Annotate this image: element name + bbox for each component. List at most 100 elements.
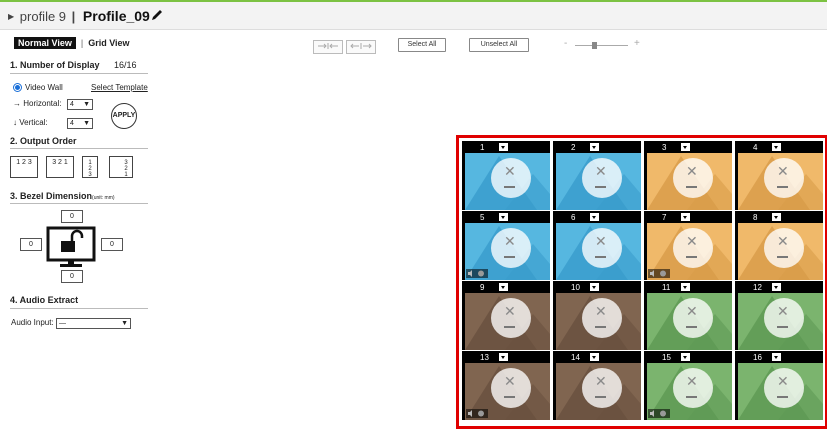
- split-horizontal-button[interactable]: [346, 40, 376, 54]
- merge-horizontal-button[interactable]: [313, 40, 343, 54]
- zoom-slider-handle[interactable]: [591, 42, 597, 49]
- monitor-unlock-icon[interactable]: [46, 226, 96, 268]
- display-tile[interactable]: 16 ✕: [735, 351, 823, 420]
- tab-grid-view[interactable]: Grid View: [88, 38, 129, 48]
- display-tile[interactable]: 3 ✕: [644, 141, 732, 210]
- order-option-vertical-123[interactable]: 1 2 3: [82, 156, 98, 178]
- close-icon[interactable]: ✕: [686, 373, 698, 390]
- tile-dropdown-icon[interactable]: [772, 353, 781, 361]
- vertical-select[interactable]: 4 ▼: [67, 118, 93, 129]
- tile-number: 15: [662, 353, 671, 362]
- bezel-right-input[interactable]: 0: [101, 238, 123, 251]
- minus-icon: [686, 326, 697, 328]
- tile-dropdown-icon[interactable]: [590, 283, 599, 291]
- apply-button[interactable]: APPLY: [111, 103, 137, 129]
- tile-dropdown-icon[interactable]: [681, 283, 690, 291]
- close-icon[interactable]: ✕: [595, 303, 607, 320]
- order-digit: 3: [88, 172, 92, 178]
- tile-number: 1: [480, 143, 485, 152]
- vertical-label: Vertical:: [19, 118, 48, 127]
- bezel-title: 3. Bezel Dimension: [10, 191, 93, 201]
- select-all-button[interactable]: Select All: [398, 38, 446, 52]
- chevron-down-icon: ▼: [83, 120, 90, 127]
- tile-dropdown-icon[interactable]: [590, 353, 599, 361]
- horizontal-row: → Horizontal:: [13, 99, 61, 108]
- minus-icon: [504, 326, 515, 328]
- audio-icon[interactable]: [648, 269, 670, 278]
- tile-dropdown-icon[interactable]: [772, 283, 781, 291]
- zoom-in-icon[interactable]: +: [634, 38, 640, 49]
- tile-dropdown-icon[interactable]: [772, 213, 781, 221]
- display-tile[interactable]: 14 ✕: [553, 351, 641, 420]
- tile-dropdown-icon[interactable]: [499, 353, 508, 361]
- close-icon[interactable]: ✕: [504, 163, 516, 180]
- zoom-slider-track[interactable]: [575, 45, 628, 46]
- close-icon[interactable]: ✕: [777, 163, 789, 180]
- display-tile[interactable]: 4 ✕: [735, 141, 823, 210]
- close-icon[interactable]: ✕: [595, 233, 607, 250]
- close-icon[interactable]: ✕: [777, 233, 789, 250]
- tile-dropdown-icon[interactable]: [499, 143, 508, 151]
- close-icon[interactable]: ✕: [777, 373, 789, 390]
- close-icon[interactable]: ✕: [777, 303, 789, 320]
- tile-dropdown-icon[interactable]: [772, 143, 781, 151]
- close-icon[interactable]: ✕: [595, 373, 607, 390]
- display-tile[interactable]: 11 ✕: [644, 281, 732, 350]
- view-tabs: Normal View | Grid View: [14, 37, 130, 49]
- display-tile[interactable]: 6 ✕: [553, 211, 641, 280]
- bezel-bottom-input[interactable]: 0: [61, 270, 83, 283]
- display-tile[interactable]: 13 ✕: [462, 351, 550, 420]
- zoom-out-icon[interactable]: -: [564, 38, 567, 49]
- video-wall-radio[interactable]: [13, 83, 22, 92]
- audio-icon[interactable]: [466, 269, 488, 278]
- horizontal-select[interactable]: 4 ▼: [67, 99, 93, 110]
- tile-dropdown-icon[interactable]: [681, 353, 690, 361]
- audio-input-value: —: [59, 320, 66, 327]
- display-tile[interactable]: 15 ✕: [644, 351, 732, 420]
- display-tile[interactable]: 8 ✕: [735, 211, 823, 280]
- display-tile[interactable]: 10 ✕: [553, 281, 641, 350]
- audio-icon[interactable]: [648, 409, 670, 418]
- divider: [10, 308, 148, 309]
- select-template-link[interactable]: Select Template: [91, 83, 148, 92]
- tab-normal-view[interactable]: Normal View: [14, 37, 76, 49]
- close-icon[interactable]: ✕: [595, 163, 607, 180]
- tile-dropdown-icon[interactable]: [681, 213, 690, 221]
- close-icon[interactable]: ✕: [686, 233, 698, 250]
- tile-number: 6: [571, 213, 576, 222]
- bezel-top-input[interactable]: 0: [61, 210, 83, 223]
- order-option-vertical-321[interactable]: 3 2 1: [109, 156, 133, 178]
- display-tile[interactable]: 7 ✕: [644, 211, 732, 280]
- bezel-unit: (unit: mm): [92, 195, 115, 201]
- expand-arrow-icon[interactable]: ▶: [8, 12, 14, 21]
- display-tile[interactable]: 5 ✕: [462, 211, 550, 280]
- tile-dropdown-icon[interactable]: [499, 213, 508, 221]
- tile-dropdown-icon[interactable]: [681, 143, 690, 151]
- minus-icon: [777, 326, 788, 328]
- display-tile[interactable]: 9 ✕: [462, 281, 550, 350]
- close-icon[interactable]: ✕: [686, 303, 698, 320]
- close-icon[interactable]: ✕: [504, 233, 516, 250]
- unselect-all-button[interactable]: Unselect All: [469, 38, 529, 52]
- audio-icon[interactable]: [466, 409, 488, 418]
- tile-number: 5: [480, 213, 485, 222]
- audio-input-select[interactable]: — ▼: [56, 318, 131, 329]
- tile-number: 11: [662, 283, 671, 292]
- vertical-value: 4: [70, 120, 74, 127]
- close-icon[interactable]: ✕: [504, 373, 516, 390]
- right-arrow-icon: →: [13, 99, 21, 108]
- tile-dropdown-icon[interactable]: [590, 213, 599, 221]
- close-icon[interactable]: ✕: [686, 163, 698, 180]
- order-option-123[interactable]: 1 2 3: [10, 156, 38, 178]
- display-tile[interactable]: 1 ✕: [462, 141, 550, 210]
- order-option-321[interactable]: 3 2 1: [46, 156, 74, 178]
- tile-dropdown-icon[interactable]: [590, 143, 599, 151]
- tile-dropdown-icon[interactable]: [499, 283, 508, 291]
- minus-icon: [686, 186, 697, 188]
- display-tile[interactable]: 2 ✕: [553, 141, 641, 210]
- close-icon[interactable]: ✕: [504, 303, 516, 320]
- bezel-left-input[interactable]: 0: [20, 238, 42, 251]
- edit-pencil-icon[interactable]: [150, 8, 164, 22]
- minus-icon: [686, 256, 697, 258]
- display-tile[interactable]: 12 ✕: [735, 281, 823, 350]
